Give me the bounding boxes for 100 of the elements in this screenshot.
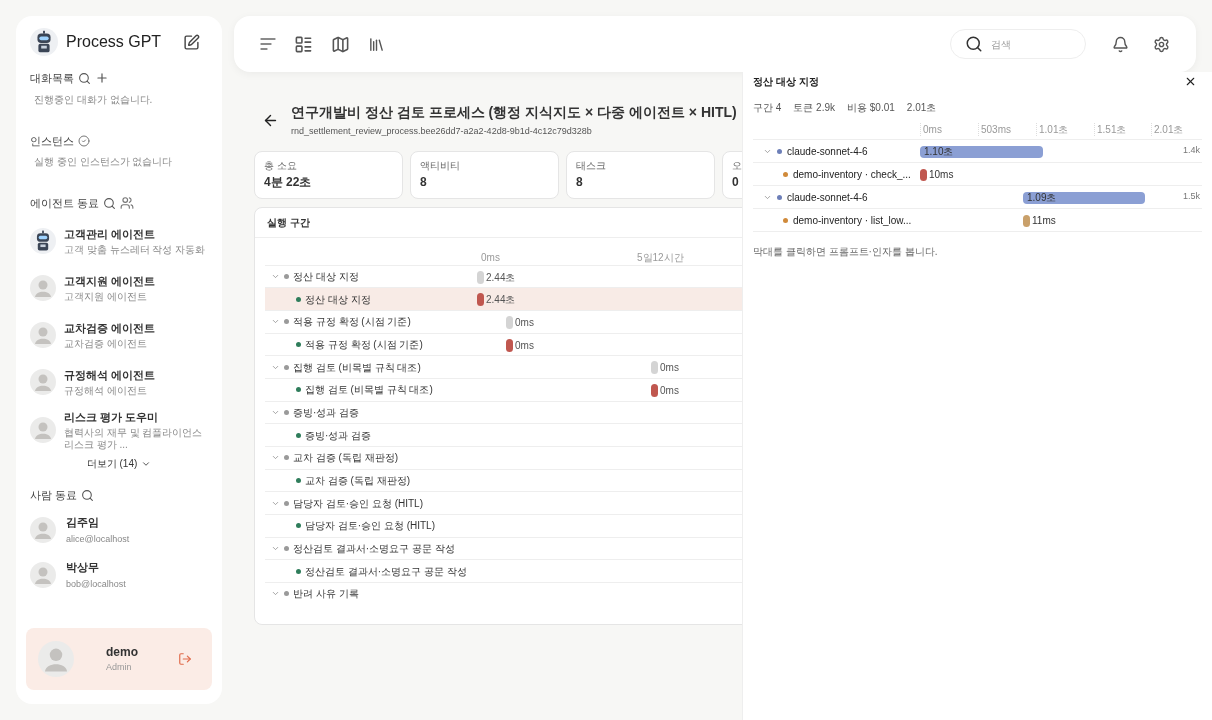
span-label: 증빙·성과 검증 xyxy=(293,405,360,420)
axis-tick-label: 5일12시간 xyxy=(637,250,684,265)
section-title: 대화목록 xyxy=(30,71,74,86)
span-label: 정산 대상 지정 xyxy=(305,292,371,307)
agent-description: 협력사의 재무 및 컴플라이언스 리스크 평가 ... xyxy=(64,427,204,451)
empty-message: 실행 중인 인스턴스가 없습니다 xyxy=(33,155,174,169)
person-avatar-icon xyxy=(30,275,56,301)
span-bar[interactable] xyxy=(651,383,658,397)
settings-icon[interactable] xyxy=(1153,35,1170,53)
duration-label: 1.10초 xyxy=(924,145,954,158)
span-bar[interactable] xyxy=(477,293,484,307)
span-label: 담당자 검토·승인 요청 (HITL) xyxy=(305,519,435,534)
agent-item[interactable]: 교차검증 에이전트 교차검증 에이전트 xyxy=(26,311,212,359)
trace-bar[interactable] xyxy=(1023,192,1145,204)
span-label: 집행 검토 (비목별 규칙 대조) xyxy=(293,360,421,375)
stat-label: 오 xyxy=(732,158,742,173)
span-label: 교차 검증 (독립 재판정) xyxy=(305,474,410,489)
users-icon[interactable] xyxy=(120,196,135,211)
agent-item[interactable]: 리스크 평가 도우미 협력사의 재무 및 컴플라이언스 리스크 평가 ... xyxy=(26,405,212,454)
span-label: 적용 규정 확정 (시점 기준) xyxy=(293,315,411,330)
list-icon[interactable] xyxy=(294,34,313,54)
trace-row[interactable]: claude-sonnet-4-6 1.09초 1.5k xyxy=(753,185,1202,208)
agent-item[interactable]: 규정해석 에이전트 규정해석 에이전트 xyxy=(26,358,212,406)
token-count: 1.5k xyxy=(1183,190,1200,204)
empty-message: 진행중인 대화가 없습니다. xyxy=(33,92,154,107)
logout-icon[interactable] xyxy=(178,652,192,666)
page-title: 연구개발비 정산 검토 프로세스 (행정 지식지도 × 다중 에이전트 × HITL) xyxy=(291,103,737,122)
trace-bar[interactable] xyxy=(920,169,927,181)
person-avatar-icon xyxy=(30,369,56,395)
bell-icon[interactable] xyxy=(1112,35,1129,53)
axis-tick-label: 0ms xyxy=(920,123,942,136)
hint-text: 막대를 클릭하면 프롬프트·인자를 봅니다. xyxy=(753,246,938,257)
person-item[interactable]: 박상무 bob@localhost xyxy=(26,552,212,598)
span-label: 집행 검토 (비목별 규칙 대조) xyxy=(305,383,433,398)
trace-stat: 토큰 2.9k xyxy=(793,101,836,115)
search-icon[interactable] xyxy=(81,488,95,502)
trace-stat: 2.01초 xyxy=(906,101,937,115)
person-avatar-icon xyxy=(30,416,56,443)
axis-tick-label: 1.01초 xyxy=(1036,123,1069,136)
token-count: 1.4k xyxy=(1183,144,1200,158)
trace-bar[interactable] xyxy=(1023,215,1030,227)
map-icon[interactable] xyxy=(331,34,350,54)
trace-label: claude-sonnet-4-6 xyxy=(787,190,868,205)
trace-stat: 비용 $0.01 xyxy=(847,101,895,115)
robot-logo-icon xyxy=(30,28,58,56)
person-avatar-icon xyxy=(30,322,56,348)
search-icon[interactable] xyxy=(103,196,117,210)
person-item[interactable]: 김주임 alice@localhost xyxy=(26,507,212,553)
new-chat-icon[interactable] xyxy=(183,33,200,51)
app-title: Process GPT xyxy=(66,32,162,52)
stat-label: 총 소요 xyxy=(264,158,297,173)
span-label: 정산검토 결과서·소명요구 공문 작성 xyxy=(305,564,467,579)
axis-tick-label: 2.01초 xyxy=(1151,123,1184,136)
span-label: 반려 사유 기록 xyxy=(293,587,359,602)
trace-label: claude-sonnet-4-6 xyxy=(787,144,868,159)
robot-avatar-icon xyxy=(30,228,56,254)
span-label: 교차 검증 (독립 재판정) xyxy=(293,451,398,466)
span-label: 적용 규정 확정 (시점 기준) xyxy=(305,337,423,352)
panel-title: 실행 구간 xyxy=(267,215,310,230)
process-id: rnd_settlement_review_process.bee26dd7-a2a2-42d8-9b1d-4c12c79d328b xyxy=(291,125,593,138)
agent-item[interactable]: 고객관리 에이전트 고객 맞춤 뉴스레터 작성 자동화 xyxy=(26,217,212,265)
search-input[interactable]: 검색 xyxy=(991,36,1061,52)
more-button[interactable]: 더보기 (14) xyxy=(86,456,152,471)
duration-label: 10ms xyxy=(929,168,954,181)
duration-label: 1.09초 xyxy=(1027,191,1057,204)
section-title: 인스턴스 xyxy=(30,133,74,149)
agent-description: 교차검증 에이전트 xyxy=(64,338,148,351)
search-icon xyxy=(965,35,983,53)
trace-bar[interactable] xyxy=(920,146,1043,158)
panel-title: 정산 대상 지정 xyxy=(753,74,819,89)
library-icon[interactable] xyxy=(368,35,385,53)
span-row[interactable]: 정산 대상 지정 2.44초 xyxy=(265,287,742,310)
person-name: 김주임 xyxy=(66,515,100,530)
stat-value: 8 xyxy=(576,173,583,191)
person-email: bob@localhost xyxy=(66,577,126,591)
trace-row[interactable]: demo-inventory · list_low... 11ms xyxy=(753,208,1202,231)
trace-stat: 구간 4 xyxy=(753,101,782,115)
duration-label: 0ms xyxy=(660,361,679,375)
agent-name: 고객관리 에이전트 xyxy=(64,226,157,242)
span-label: 정산검토 결과서·소명요구 공문 작성 xyxy=(293,542,455,557)
stat-label: 태스크 xyxy=(576,158,606,173)
section-title: 사람 동료 xyxy=(30,488,78,503)
check-circle-icon[interactable] xyxy=(78,134,90,147)
agent-name: 리스크 평가 도우미 xyxy=(64,409,160,425)
agent-description: 고객 맞춤 뉴스레터 작성 자동화 xyxy=(64,244,206,257)
span-label: 담당자 검토·승인 요청 (HITL) xyxy=(293,496,423,511)
trace-row[interactable]: claude-sonnet-4-6 1.10초 1.4k xyxy=(753,139,1202,162)
search-icon[interactable] xyxy=(78,71,91,85)
agent-description: 규정해석 에이전트 xyxy=(64,385,148,398)
duration-label: 0ms xyxy=(515,338,534,352)
agent-item[interactable]: 고객지원 에이전트 고객지원 에이전트 xyxy=(26,264,212,312)
person-avatar-icon xyxy=(30,517,56,543)
span-bar[interactable] xyxy=(506,338,513,352)
duration-label: 2.44초 xyxy=(486,293,516,307)
axis-tick-label: 503ms xyxy=(978,123,1011,136)
span-label: 정산 대상 지정 xyxy=(293,269,359,284)
add-icon[interactable] xyxy=(95,71,109,86)
trace-row[interactable]: demo-inventory · check_... 10ms xyxy=(753,162,1202,185)
stat-value: 8 xyxy=(420,173,427,191)
menu-lines-icon[interactable] xyxy=(260,38,276,50)
